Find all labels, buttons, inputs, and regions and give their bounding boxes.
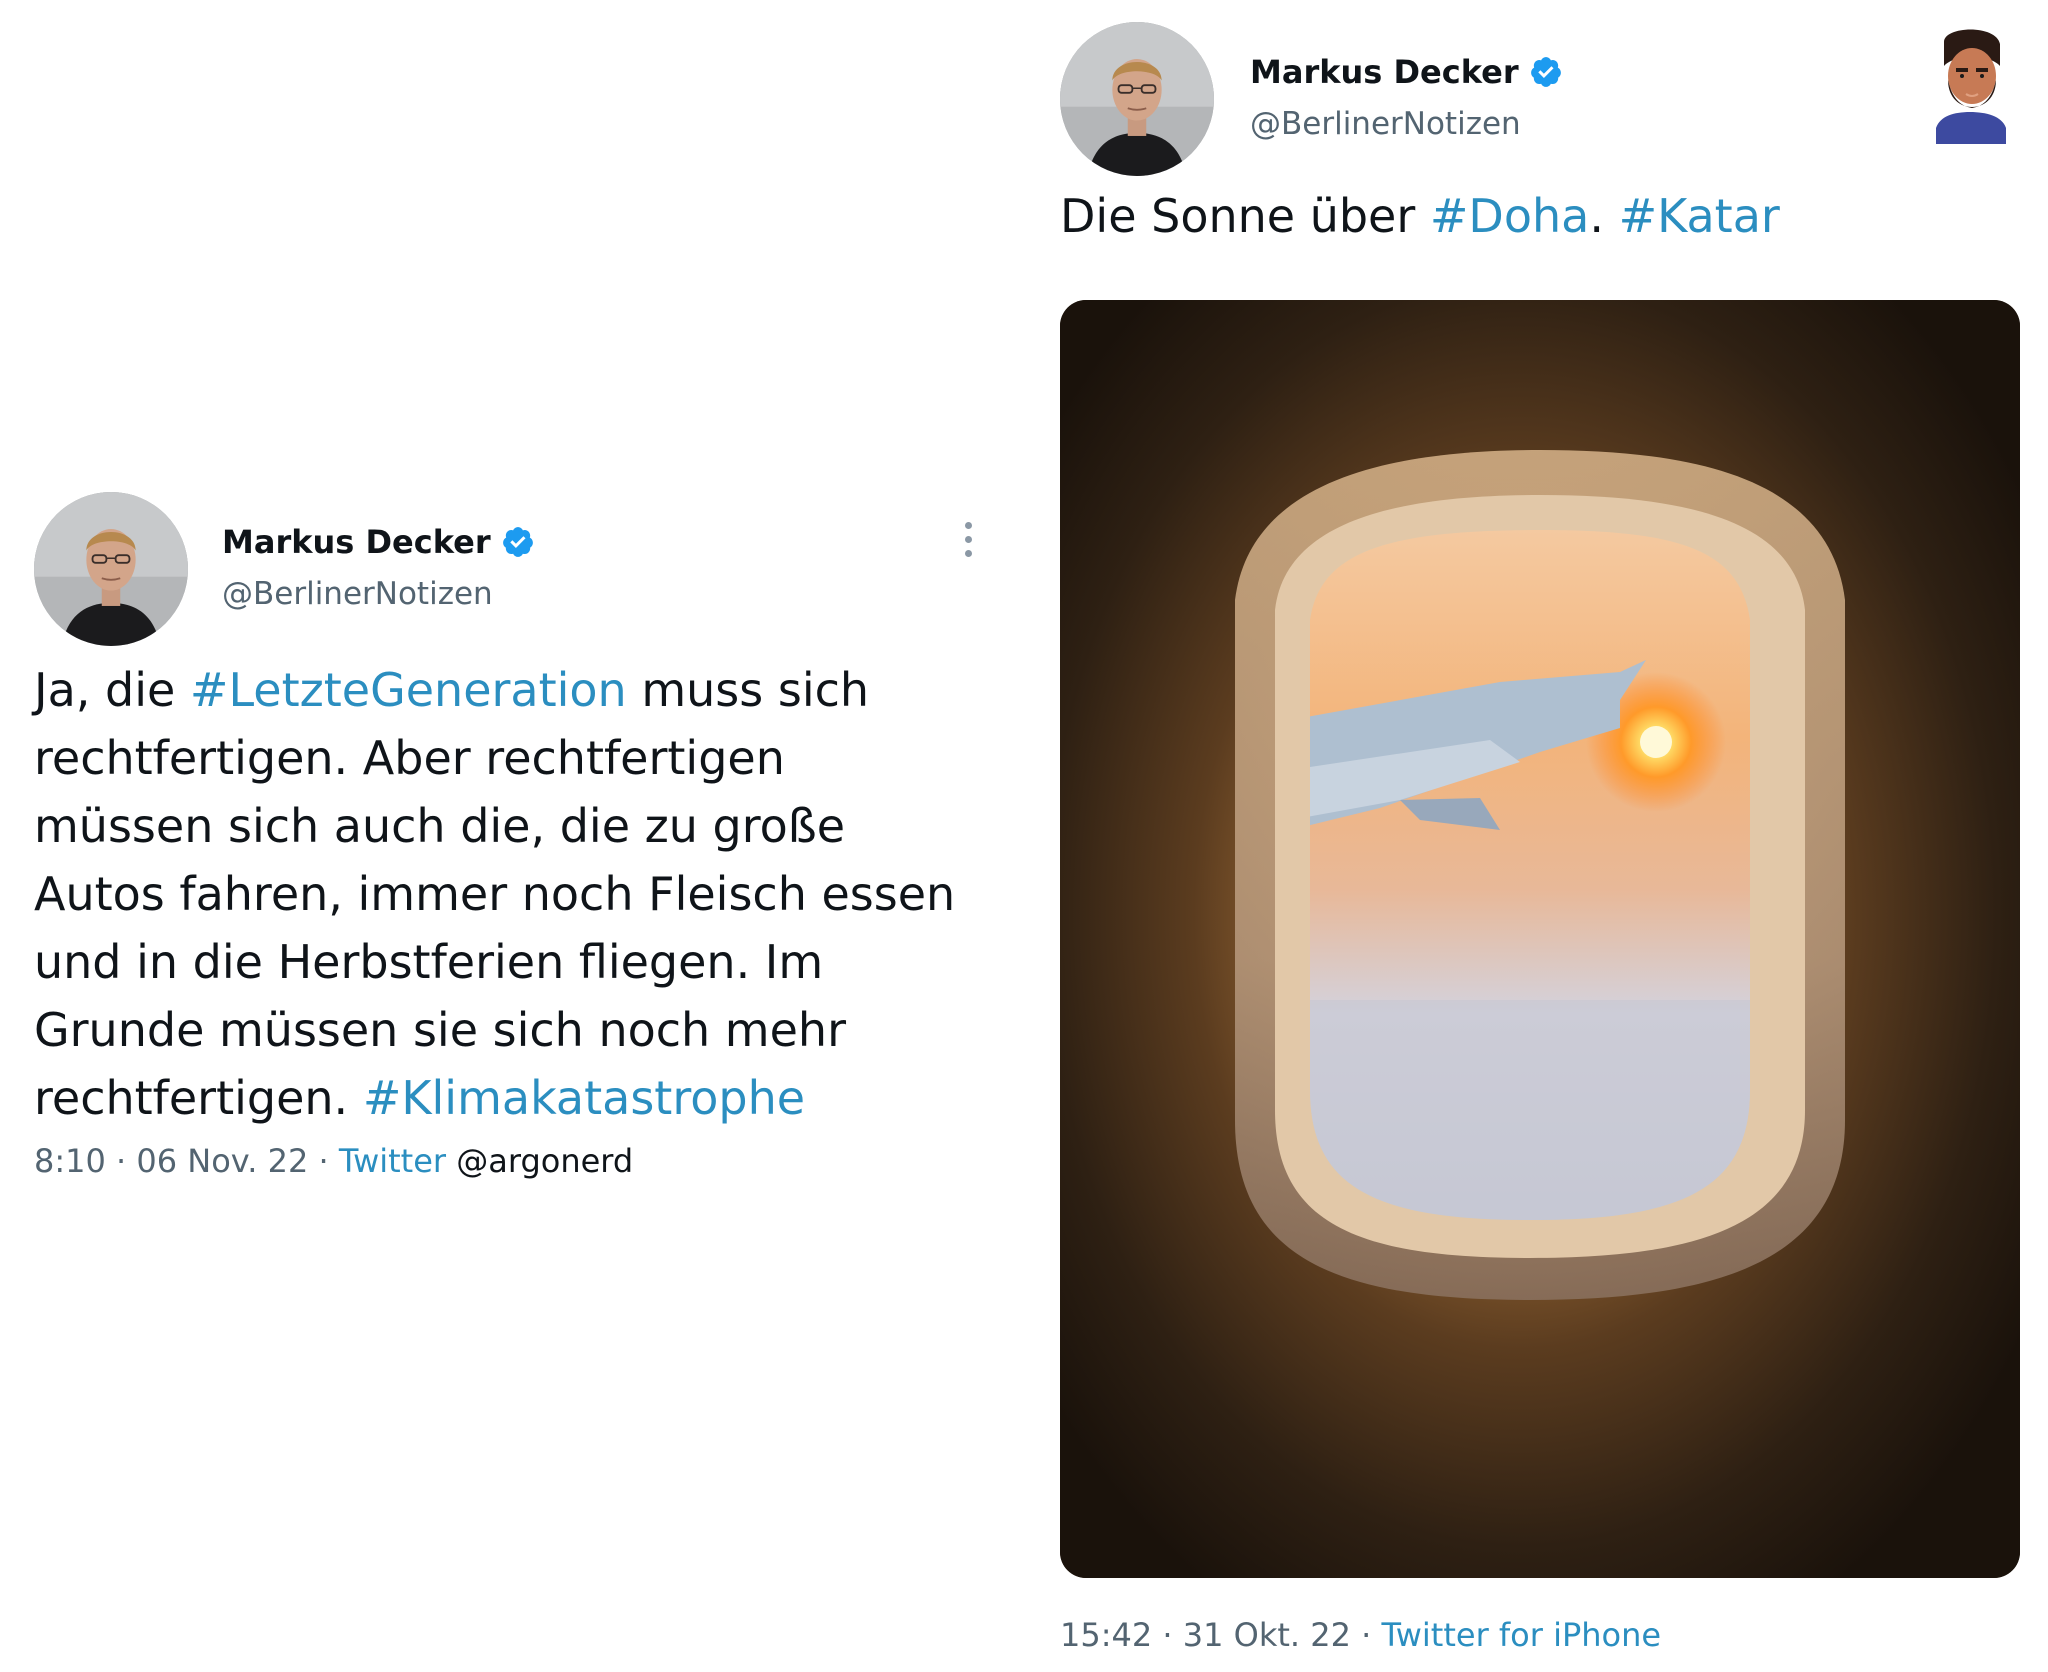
- author-name-row[interactable]: Markus Decker: [1250, 50, 1563, 94]
- tweet-source[interactable]: Twitter: [339, 1142, 446, 1180]
- author-avatar[interactable]: [1060, 22, 1214, 176]
- tweet-date[interactable]: 31 Okt. 22: [1183, 1616, 1351, 1654]
- author-avatar-photo: [1060, 22, 1214, 176]
- author-name: Markus Decker: [222, 523, 491, 561]
- hashtag-link[interactable]: #Doha: [1430, 189, 1589, 243]
- tweet-text: Die Sonne über #Doha. #Katar: [1060, 184, 2020, 248]
- meta-separator: ·: [1361, 1616, 1372, 1654]
- author-handle[interactable]: @BerlinerNotizen: [222, 576, 493, 612]
- author-avatar-photo: [34, 492, 188, 646]
- meta-separator: ·: [1162, 1616, 1173, 1654]
- tweet-date[interactable]: 06 Nov. 22: [136, 1142, 308, 1180]
- tweet-text-part: muss sich rechtfertigen. Aber rechtferti…: [34, 663, 956, 1125]
- tweet-meta: 8:10 · 06 Nov. 22 · Twitter @argonerd: [34, 1142, 633, 1180]
- author-name: Markus Decker: [1250, 53, 1519, 91]
- verified-badge-icon: [501, 525, 535, 559]
- hashtag-link[interactable]: #LetzteGeneration: [190, 663, 627, 717]
- meta-separator: ·: [318, 1142, 329, 1180]
- tweet-meta: 15:42 · 31 Okt. 22 · Twitter for iPhone: [1060, 1616, 1661, 1654]
- credit-handle: @argonerd: [456, 1142, 634, 1180]
- tweet-source[interactable]: Twitter for iPhone: [1381, 1616, 1661, 1654]
- tweet-photo[interactable]: [1060, 300, 2020, 1578]
- meta-separator: ·: [116, 1142, 127, 1180]
- airplane-window-sunset-photo: [1060, 300, 2020, 1578]
- author-name-row[interactable]: Markus Decker: [222, 520, 535, 564]
- tweet-text-part: Ja, die: [34, 663, 190, 717]
- more-options-icon[interactable]: [958, 522, 978, 557]
- tweet-time[interactable]: 8:10: [34, 1142, 106, 1180]
- author-avatar[interactable]: [34, 492, 188, 646]
- hashtag-link[interactable]: #Katar: [1619, 189, 1780, 243]
- tweet-time[interactable]: 15:42: [1060, 1616, 1152, 1654]
- tweet-text: Ja, die #LetzteGeneration muss sich rech…: [34, 656, 964, 1132]
- tweet-text-part: Die Sonne über: [1060, 189, 1430, 243]
- tweet-text-part: .: [1589, 189, 1619, 243]
- verified-badge-icon: [1529, 55, 1563, 89]
- hashtag-link[interactable]: #Klimakatastrophe: [363, 1071, 805, 1125]
- author-handle[interactable]: @BerlinerNotizen: [1250, 106, 1521, 142]
- cartoon-avatar-icon: [1930, 20, 2010, 144]
